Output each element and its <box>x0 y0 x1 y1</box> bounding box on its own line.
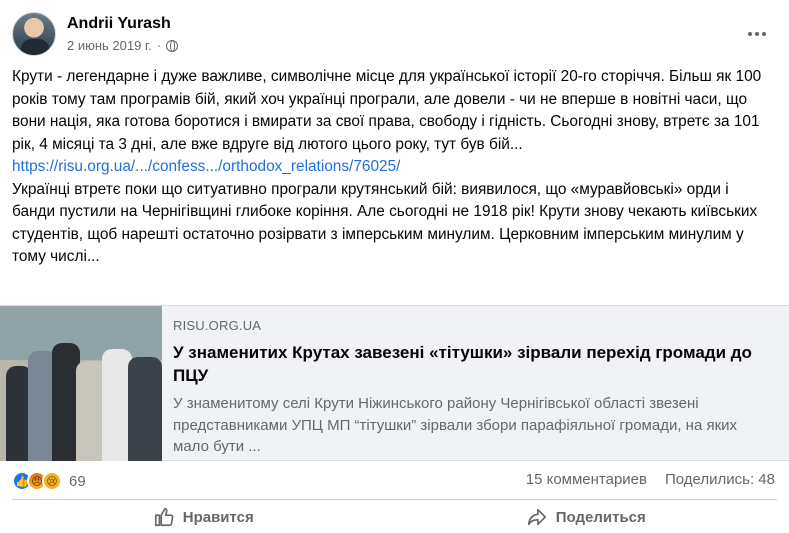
comments-count[interactable]: 15 комментариев <box>526 471 647 488</box>
link-preview-body: RISU.ORG.UA У знаменитих Крутах завезені… <box>173 318 773 458</box>
post-link[interactable]: https://risu.org.ua/.../confess.../ortho… <box>12 156 400 179</box>
post-meta: 2 июнь 2019 г. · <box>67 38 179 53</box>
post-paragraph-1: Крути - легендарне і дуже важливе, симво… <box>12 68 762 153</box>
share-button[interactable]: Поделиться <box>395 501 778 533</box>
like-button[interactable]: Нравится <box>12 501 395 533</box>
engagement-stats: 15 комментариев Поделились: 48 <box>526 471 775 488</box>
link-description: У знаменитому селі Крути Ніжинського рай… <box>173 395 738 455</box>
meta-separator: · <box>156 38 162 53</box>
post-paragraph-2: Українці втретє поки що ситуативно прогр… <box>12 180 758 266</box>
post-header: Andrii Yurash 2 июнь 2019 г. · <box>12 12 777 58</box>
post-actions: Нравится Поделиться <box>12 501 777 533</box>
author-avatar[interactable] <box>12 12 56 56</box>
globe-icon[interactable] <box>166 39 179 52</box>
share-label: Поделиться <box>555 508 646 526</box>
facebook-post: Andrii Yurash 2 июнь 2019 г. · Крути - л… <box>0 0 789 533</box>
reactions-summary[interactable]: 👍 😠 😢 69 <box>12 471 86 491</box>
link-title[interactable]: У знаменитих Крутах завезені «тітушки» з… <box>173 341 773 387</box>
reactions-count[interactable]: 69 <box>69 473 86 490</box>
link-preview-image[interactable] <box>0 306 162 461</box>
link-preview-card[interactable]: RISU.ORG.UA У знаменитих Крутах завезені… <box>0 305 789 461</box>
post-text: Крути - легендарне і дуже важливе, симво… <box>12 66 774 269</box>
shares-count[interactable]: Поделились: 48 <box>665 471 775 488</box>
link-domain: RISU.ORG.UA <box>173 318 262 333</box>
share-arrow-icon <box>527 508 546 526</box>
post-stats: 👍 😠 😢 69 15 комментариев Поделились: 48 <box>12 468 775 496</box>
more-options-icon[interactable] <box>745 22 769 46</box>
thumbs-up-icon <box>154 507 174 527</box>
author-name[interactable]: Andrii Yurash <box>67 15 171 33</box>
post-date[interactable]: 2 июнь 2019 г. <box>67 38 152 53</box>
sad-reaction-icon: 😢 <box>42 471 62 491</box>
like-label: Нравится <box>182 508 254 526</box>
actions-divider <box>12 499 777 500</box>
